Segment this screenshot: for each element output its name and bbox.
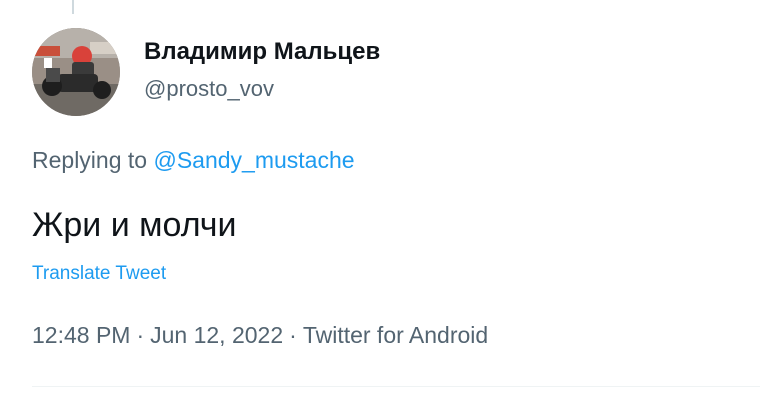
meta-separator: · bbox=[289, 322, 297, 348]
reply-mention-link[interactable]: @Sandy_mustache bbox=[153, 147, 354, 173]
tweet-date-link[interactable]: Jun 12, 2022 bbox=[150, 322, 283, 348]
tweet-time-link[interactable]: 12:48 PM bbox=[32, 322, 130, 348]
tweet-text: Жри и молчи bbox=[32, 206, 237, 244]
avatar-photo-icon bbox=[32, 28, 120, 116]
tweet-source-link[interactable]: Twitter for Android bbox=[303, 322, 488, 348]
meta-separator: · bbox=[136, 322, 145, 348]
author-handle[interactable]: @prosto_vov bbox=[144, 76, 274, 102]
divider bbox=[32, 386, 760, 387]
translate-tweet-link[interactable]: Translate Tweet bbox=[32, 263, 166, 285]
author-display-name[interactable]: Владимир Мальцев bbox=[144, 38, 380, 66]
tweet-card: Владимир Мальцев @prosto_vov Replying to… bbox=[0, 0, 760, 412]
avatar[interactable] bbox=[32, 28, 120, 116]
replying-to-line: Replying to @Sandy_mustache bbox=[32, 147, 355, 174]
replying-to-label: Replying to bbox=[32, 147, 154, 173]
tweet-metadata: 12:48 PM · Jun 12, 2022 · Twitter for Androi… bbox=[32, 322, 488, 349]
